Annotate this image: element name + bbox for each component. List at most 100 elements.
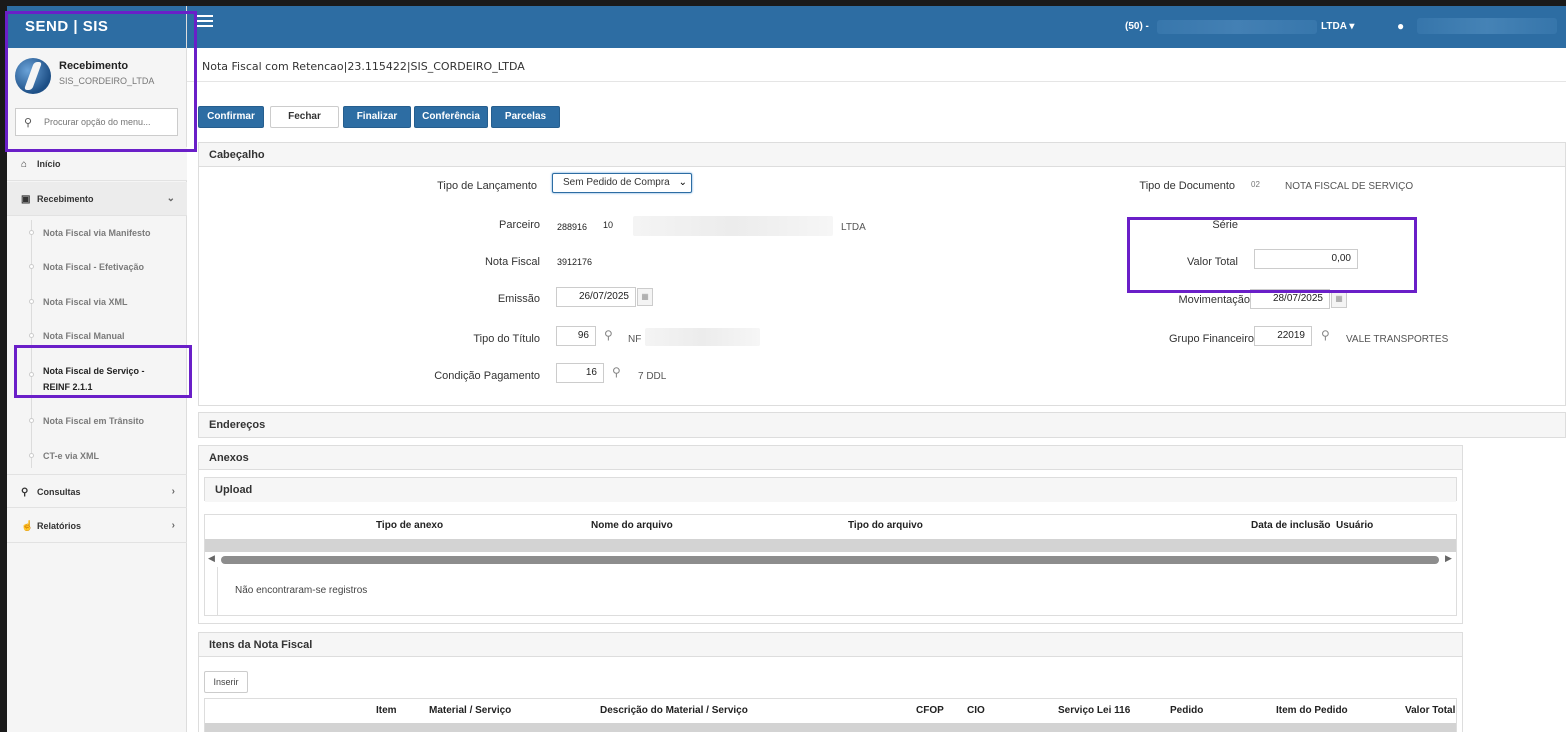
scroll-left-icon[interactable]: ◀: [208, 553, 215, 564]
tipo-documento-desc: NOTA FISCAL DE SERVIÇO: [1285, 181, 1414, 192]
sidebar-subitem-transito[interactable]: Nota Fiscal em Trânsito: [7, 404, 187, 438]
anexos-col-tipo[interactable]: Tipo de anexo: [376, 520, 443, 531]
grupo-financeiro-desc: VALE TRANSPORTES: [1346, 334, 1449, 345]
bullet-icon: [29, 333, 34, 338]
anexos-grid: Tipo de anexo Nome do arquivo Tipo do ar…: [204, 514, 1457, 616]
sidebar-item-label: Início: [37, 159, 61, 169]
user-name-redacted[interactable]: [1417, 18, 1557, 34]
parceiro-label: Parceiro: [499, 219, 540, 231]
itens-col-pedido[interactable]: Pedido: [1170, 705, 1203, 716]
anexos-grid-header-row: [205, 539, 1456, 552]
empty-message: Não encontraram-se registros: [235, 585, 368, 596]
user-icon[interactable]: ●: [1397, 19, 1404, 33]
condicao-pagamento-input[interactable]: 16: [556, 363, 604, 383]
home-icon: ⌂: [21, 159, 28, 170]
itens-col-item[interactable]: Item: [376, 705, 397, 716]
emissao-label: Emissão: [497, 293, 540, 305]
itens-grid: Item Material / Serviço Descrição do Mat…: [204, 698, 1457, 732]
company-code: (50) -: [1125, 21, 1149, 32]
menu-toggle-icon[interactable]: [197, 15, 213, 29]
sidebar-item-label: Consultas: [37, 487, 81, 497]
highlight-box-valor-total: [1127, 217, 1417, 293]
sidebar-subitem-label: Nota Fiscal Manual: [43, 331, 125, 341]
search-icon[interactable]: ⚲: [612, 365, 621, 379]
parceiro-code: 288916: [557, 222, 588, 232]
bullet-icon: [29, 230, 34, 235]
search-icon: ⚲: [21, 487, 29, 498]
itens-col-item-pedido[interactable]: Item do Pedido: [1276, 705, 1348, 716]
search-icon[interactable]: ⚲: [604, 328, 613, 342]
bullet-icon: [29, 418, 34, 423]
tipo-lancamento-value: Sem Pedido de Compra: [563, 177, 670, 188]
sidebar-item-relatorios[interactable]: ☝ Relatórios ›: [7, 509, 187, 543]
company-selector[interactable]: LTDA ▾: [1321, 21, 1354, 32]
sidebar-subitem-efetivacao[interactable]: Nota Fiscal - Efetivação: [7, 250, 187, 284]
sidebar-item-inicio[interactable]: ⌂ Início: [7, 147, 187, 181]
horizontal-scrollbar[interactable]: [221, 556, 1439, 564]
anexos-col-nome[interactable]: Nome do arquivo: [591, 520, 673, 531]
sidebar-subitem-label: Nota Fiscal - Efetivação: [43, 262, 145, 272]
company-suffix: LTDA: [1321, 21, 1347, 32]
sidebar-item-label: Recebimento: [37, 194, 94, 204]
anexos-empty-area: Não encontraram-se registros: [217, 567, 1457, 615]
sidebar-item-recebimento[interactable]: ▣ Recebimento ⌄: [7, 182, 187, 216]
company-name-redacted: [1157, 20, 1317, 34]
itens-col-descricao[interactable]: Descrição do Material / Serviço: [600, 705, 748, 716]
sidebar-item-consultas[interactable]: ⚲ Consultas ›: [7, 474, 187, 508]
fechar-button[interactable]: Fechar: [270, 106, 339, 128]
bullet-icon: [29, 264, 34, 269]
itens-col-cio[interactable]: CIO: [967, 705, 985, 716]
chevron-right-icon: ›: [171, 520, 175, 531]
sidebar-subitem-label: Nota Fiscal via XML: [43, 297, 128, 307]
itens-grid-header-row: [205, 723, 1456, 732]
highlight-box-profile: [5, 11, 197, 152]
scroll-right-icon[interactable]: ▶: [1445, 553, 1452, 564]
itens-col-cfop[interactable]: CFOP: [916, 705, 944, 716]
sidebar-subitem-manifesto[interactable]: Nota Fiscal via Manifesto: [7, 216, 187, 250]
itens-col-servico-lei[interactable]: Serviço Lei 116: [1058, 705, 1130, 716]
search-icon[interactable]: ⚲: [1321, 328, 1330, 342]
itens-header[interactable]: Itens da Nota Fiscal: [199, 633, 1462, 657]
sidebar-subitem-cte[interactable]: CT-e via XML: [7, 439, 187, 473]
upload-header[interactable]: Upload: [205, 478, 1456, 502]
itens-col-valor-total[interactable]: Valor Total: [1405, 705, 1455, 716]
itens-col-material[interactable]: Material / Serviço: [429, 705, 511, 716]
sidebar-subitem-label: Nota Fiscal via Manifesto: [43, 228, 151, 238]
tipo-titulo-label: Tipo do Título: [473, 333, 540, 345]
parceiro-name-redacted: [633, 216, 833, 236]
caret-down-icon: ▾: [1349, 21, 1355, 32]
tipo-lancamento-label: Tipo de Lançamento: [437, 180, 537, 192]
movimentacao-label: Movimentação: [1178, 294, 1250, 306]
anexos-header[interactable]: Anexos: [199, 446, 1462, 470]
condicao-pagamento-desc: 7 DDL: [638, 371, 667, 382]
grupo-financeiro-label: Grupo Financeiro: [1169, 333, 1254, 345]
bullet-icon: [29, 299, 34, 304]
finalizar-button[interactable]: Finalizar: [343, 106, 411, 128]
anexos-col-usuario[interactable]: Usuário: [1336, 520, 1373, 531]
calendar-icon[interactable]: ▦: [637, 288, 653, 306]
sidebar-subitem-label: Nota Fiscal em Trânsito: [43, 416, 145, 426]
inserir-button[interactable]: Inserir: [204, 671, 248, 693]
anexos-panel: Anexos Upload Tipo de anexo Nome do arqu…: [198, 445, 1463, 624]
tipo-lancamento-select[interactable]: Sem Pedido de Compra ⌄: [552, 173, 692, 193]
emissao-input[interactable]: 26/07/2025: [556, 287, 636, 307]
highlight-box-reinf: [14, 345, 192, 398]
grupo-financeiro-input[interactable]: 22019: [1254, 326, 1312, 346]
itens-panel: Itens da Nota Fiscal Inserir Item Materi…: [198, 632, 1463, 732]
conferencia-button[interactable]: Conferência: [414, 106, 488, 128]
cart-icon: ▣: [21, 194, 31, 205]
chevron-down-icon: ⌄: [678, 177, 687, 188]
tipo-titulo-input[interactable]: 96: [556, 326, 596, 346]
enderecos-header[interactable]: Endereços: [199, 413, 1565, 437]
anexos-col-tipo-arquivo[interactable]: Tipo do arquivo: [848, 520, 923, 531]
nota-fiscal-label: Nota Fiscal: [484, 256, 540, 268]
parceiro-num: 10: [603, 220, 614, 230]
confirmar-button[interactable]: Confirmar: [198, 106, 264, 128]
parcelas-button[interactable]: Parcelas: [491, 106, 560, 128]
tipo-documento-code: 02: [1251, 180, 1260, 189]
sidebar-subitem-xml[interactable]: Nota Fiscal via XML: [7, 285, 187, 319]
cabecalho-header[interactable]: Cabeçalho: [199, 143, 1565, 167]
tipo-titulo-redacted: [645, 328, 760, 346]
anexos-col-data[interactable]: Data de inclusão: [1251, 520, 1330, 531]
page-title: Nota Fiscal com Retencao|23.115422|SIS_C…: [202, 60, 525, 73]
